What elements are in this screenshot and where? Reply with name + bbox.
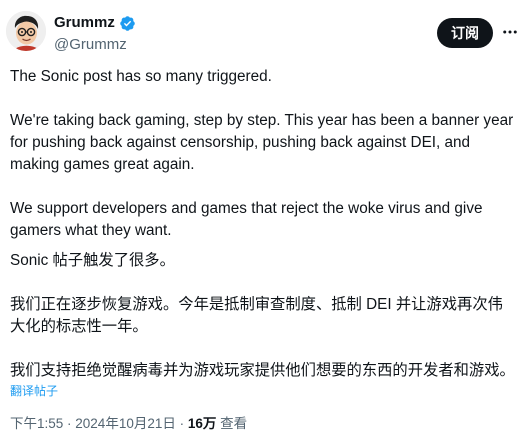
translate-post-link[interactable]: 翻译帖子 — [10, 383, 58, 399]
avatar-cartoon-face-icon — [6, 11, 46, 51]
tweet-meta: 下午1:55 · 2024年10月21日 · 16万 查看 — [10, 414, 247, 434]
tweet-text: The Sonic post has so many triggered. We… — [10, 66, 516, 382]
author-display-name[interactable]: Grummz — [54, 13, 115, 33]
avatar[interactable] — [6, 11, 46, 51]
more-horizontal-icon[interactable] — [501, 23, 519, 41]
views-label: 查看 — [216, 416, 248, 431]
tweet-paragraph-en-2: We're taking back gaming, step by step. … — [10, 112, 518, 173]
tweet-time[interactable]: 下午1:55 — [10, 416, 63, 431]
tweet-date[interactable]: 2024年10月21日 — [75, 416, 176, 431]
tweet-paragraph-en-1: The Sonic post has so many triggered. — [10, 68, 272, 85]
author-name-row[interactable]: Grummz — [54, 13, 136, 33]
views-count: 16万 — [187, 416, 217, 431]
meta-separator-2: · — [175, 416, 188, 431]
tweet-paragraph-zh-3: 我们支持拒绝觉醒病毒并为游戏玩家提供他们想要的东西的开发者和游戏。 — [10, 362, 515, 379]
tweet-paragraph-zh-2: 我们正在逐步恢复游戏。今年是抵制审查制度、抵制 DEI 并让游戏再次伟大化的标志… — [10, 296, 503, 335]
subscribe-button[interactable]: 订阅 — [437, 18, 493, 48]
tweet-paragraph-en-3: We support developers and games that rej… — [10, 200, 487, 239]
author-handle[interactable]: @Grummz — [54, 35, 127, 55]
verified-badge-icon — [120, 15, 135, 31]
meta-separator: · — [63, 416, 76, 431]
tweet-paragraph-zh-1: Sonic 帖子触发了很多。 — [10, 252, 175, 269]
